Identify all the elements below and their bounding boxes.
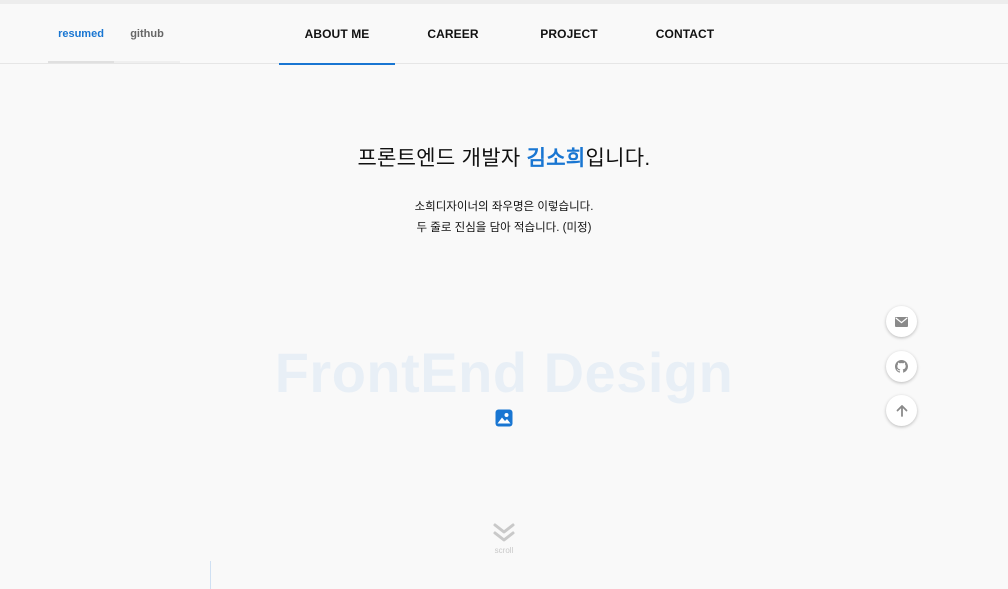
- headline-name: 김소희: [526, 147, 586, 170]
- mail-button[interactable]: [886, 306, 917, 337]
- double-chevron-down-icon: [493, 523, 515, 542]
- nav-about-me[interactable]: ABOUT ME: [279, 4, 395, 65]
- brand-tab-underline: [114, 61, 180, 63]
- brand-tab-resumed-label: resumed: [58, 27, 104, 40]
- headline-prefix: 프론트엔드 개발자: [357, 147, 527, 170]
- brand-tab-github-label: github: [130, 27, 164, 40]
- arrow-up-icon: [896, 405, 907, 417]
- background-word: FrontEnd Design: [274, 341, 734, 404]
- github-button[interactable]: [886, 351, 917, 382]
- nav-career[interactable]: CAREER: [395, 4, 511, 64]
- image-icon: [495, 409, 513, 427]
- brand-tab-resumed[interactable]: resumed: [48, 4, 114, 63]
- brand-tab-underline: [48, 61, 114, 63]
- mail-icon: [895, 316, 908, 327]
- brand-tab-github[interactable]: github: [114, 4, 180, 63]
- scroll-top-button[interactable]: [886, 395, 917, 426]
- headline-suffix: 입니다.: [585, 147, 651, 170]
- nav-contact[interactable]: CONTACT: [627, 4, 743, 64]
- timeline-line: [210, 561, 211, 589]
- hero-desc-line2: 두 줄로 진심을 담아 적습니다. (미정): [416, 222, 592, 234]
- github-icon: [895, 360, 908, 373]
- hero-desc-line1: 소희디자이너의 좌우명은 이렇습니다.: [414, 201, 594, 213]
- main-nav: ABOUT ME CAREER PROJECT CONTACT: [279, 4, 743, 65]
- scroll-label: scroll: [494, 546, 514, 555]
- nav-project[interactable]: PROJECT: [511, 4, 627, 64]
- hero-headline: 프론트엔드 개발자 김소희입니다.: [0, 142, 1008, 172]
- scroll-indicator[interactable]: scroll: [488, 522, 520, 555]
